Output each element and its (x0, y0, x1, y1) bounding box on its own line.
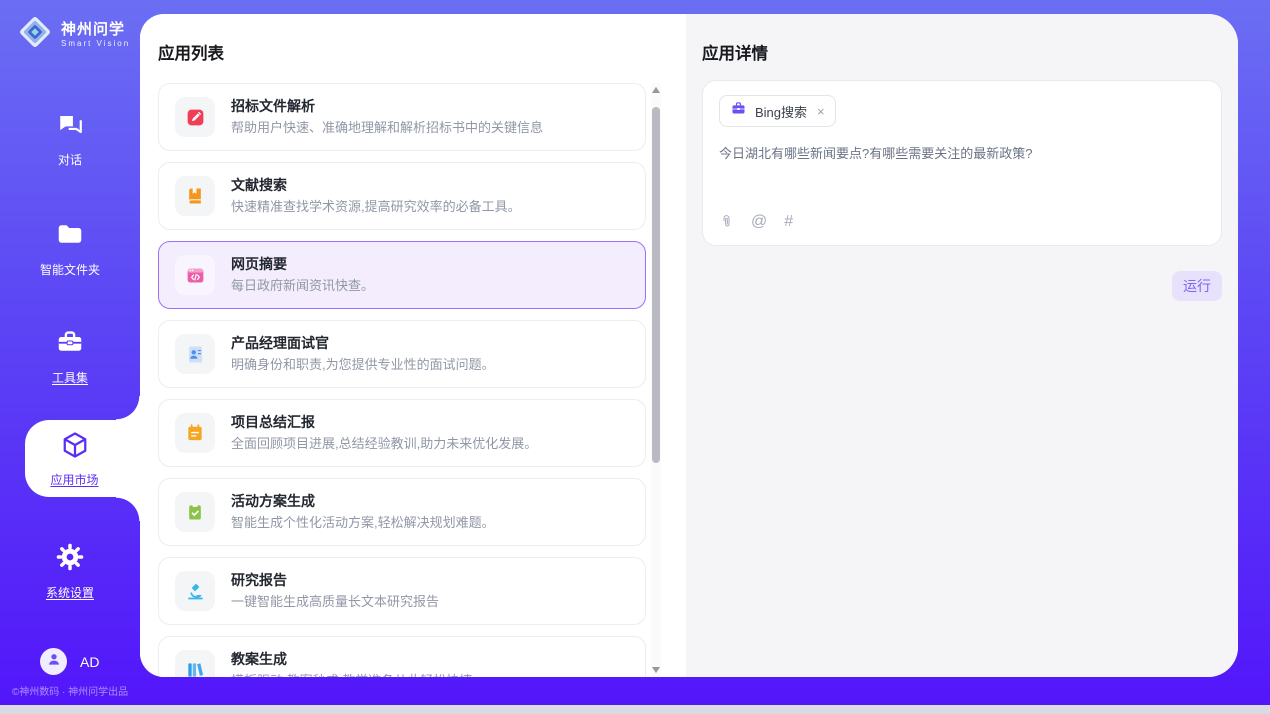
hash-icon[interactable]: # (784, 214, 793, 230)
app-list-item[interactable]: 活动方案生成 智能生成个性化活动方案,轻松解决规划难题。 (158, 478, 646, 546)
tab-curve-bottom (116, 497, 140, 521)
app-detail-title: 应用详情 (702, 40, 768, 64)
app-item-title: 产品经理面试官 (231, 335, 495, 353)
app-list-item[interactable]: 研究报告 一键智能生成高质量长文本研究报告 (158, 557, 646, 625)
sidebar-item-label: 应用市场 (50, 471, 98, 488)
app-list-item[interactable]: 文献搜索 快速精准查找学术资源,提高研究效率的必备工具。 (158, 162, 646, 230)
app-item-description: 每日政府新闻资讯快查。 (231, 278, 374, 294)
gear-icon (55, 559, 85, 576)
interview-icon (175, 334, 215, 374)
prompt-card: Bing搜索 × 今日湖北有哪些新闻要点?有哪些需要关注的最新政策? @# (702, 80, 1222, 246)
sidebar-item-chat[interactable]: 对话 (0, 110, 140, 168)
sidebar-item-toolset[interactable]: 工具集 (0, 327, 140, 386)
app-item-title: 招标文件解析 (231, 98, 543, 116)
sidebar-item-label: 工具集 (0, 369, 140, 386)
prompt-input[interactable]: 今日湖北有哪些新闻要点?有哪些需要关注的最新政策? (719, 144, 1205, 164)
sidebar-item-label: 对话 (0, 151, 140, 168)
sidebar-item-app-market-active[interactable]: 应用市场 (25, 420, 142, 497)
user-account[interactable]: AD (40, 648, 99, 675)
report-note-icon (175, 413, 215, 453)
pen-square-icon (175, 97, 215, 137)
app-item-description: 全面回顾项目进展,总结经验教训,助力未来优化发展。 (231, 436, 537, 452)
window-bottom-strip (0, 705, 1270, 714)
brand-name: 神州问学 (61, 21, 125, 38)
diamond-logo-icon (16, 13, 54, 56)
at-icon[interactable]: @ (751, 214, 767, 230)
toolbox-icon (55, 344, 85, 361)
tool-tag-label: Bing搜索 (755, 102, 807, 121)
app-list-item[interactable]: 招标文件解析 帮助用户快速、准确地理解和解析招标书中的关键信息 (158, 83, 646, 151)
sidebar-item-label: 智能文件夹 (0, 261, 140, 278)
app-item-title: 研究报告 (231, 572, 439, 590)
app-item-title: 项目总结汇报 (231, 414, 537, 432)
folder-icon (55, 236, 85, 253)
scrollbar-thumb[interactable] (652, 107, 660, 463)
chat-icon (56, 126, 85, 143)
app-list-item[interactable]: 教案生成 模板驱动,教案秒成,教学准备从此轻松快捷 (158, 636, 646, 677)
app-item-description: 帮助用户快速、准确地理解和解析招标书中的关键信息 (231, 120, 543, 136)
app-list-item[interactable]: 产品经理面试官 明确身份和职责,为您提供专业性的面试问题。 (158, 320, 646, 388)
app-item-title: 活动方案生成 (231, 493, 495, 511)
sidebar-item-label: 系统设置 (0, 584, 140, 601)
browser-code-icon (175, 255, 215, 295)
briefcase-icon (730, 100, 747, 122)
copyright-text: ©神州数码 · 神州问学出品 (0, 683, 140, 698)
app-item-title: 教案生成 (231, 651, 472, 669)
cube-icon (60, 430, 90, 465)
app-item-description: 明确身份和职责,为您提供专业性的面试问题。 (231, 357, 495, 373)
book-icon (175, 176, 215, 216)
user-initials: AD (80, 654, 99, 670)
scrollbar[interactable] (651, 83, 661, 677)
microscope-icon (175, 571, 215, 611)
tab-curve-top (116, 396, 140, 420)
app-item-title: 文献搜索 (231, 177, 521, 195)
tool-tag-bing-search[interactable]: Bing搜索 × (719, 95, 836, 127)
app-list-item[interactable]: 项目总结汇报 全面回顾项目进展,总结经验教训,助力未来优化发展。 (158, 399, 646, 467)
app-detail-pane: 应用详情 Bing搜索 × 今日湖北有哪些新闻要点?有哪些需要关注的最新政策? … (686, 14, 1238, 677)
main-content: 应用列表 招标文件解析 帮助用户快速、准确地理解和解析招标书中的关键信息 文献搜… (140, 14, 1238, 677)
paperclip-icon[interactable] (719, 213, 734, 231)
sidebar-item-settings[interactable]: 系统设置 (0, 542, 140, 601)
app-list: 招标文件解析 帮助用户快速、准确地理解和解析招标书中的关键信息 文献搜索 快速精… (158, 83, 646, 677)
app-list-pane: 应用列表 招标文件解析 帮助用户快速、准确地理解和解析招标书中的关键信息 文献搜… (140, 14, 686, 677)
sidebar-item-smart-folder[interactable]: 智能文件夹 (0, 219, 140, 278)
close-icon[interactable]: × (817, 104, 825, 119)
app-item-description: 一键智能生成高质量长文本研究报告 (231, 594, 439, 610)
prompt-toolbar: @# (719, 213, 1205, 231)
avatar[interactable] (40, 648, 67, 675)
app-item-description: 智能生成个性化活动方案,轻松解决规划难题。 (231, 515, 495, 531)
app-window: 神州问学 Smart Vision 对话 智能文件夹 工具集 应用市场 系统设置… (0, 0, 1270, 705)
scroll-up-arrow-icon[interactable] (652, 87, 660, 93)
app-list-item[interactable]: 网页摘要 每日政府新闻资讯快查。 (158, 241, 646, 309)
scroll-down-arrow-icon[interactable] (652, 667, 660, 673)
clipboard-check-icon (175, 492, 215, 532)
brand-logo: 神州问学 Smart Vision (16, 13, 130, 56)
app-list-title: 应用列表 (158, 40, 224, 64)
brand-subtitle: Smart Vision (61, 39, 130, 48)
user-icon (46, 651, 62, 672)
app-item-description: 模板驱动,教案秒成,教学准备从此轻松快捷 (231, 673, 472, 677)
app-item-description: 快速精准查找学术资源,提高研究效率的必备工具。 (231, 199, 521, 215)
app-item-title: 网页摘要 (231, 256, 374, 274)
run-button[interactable]: 运行 (1172, 271, 1222, 301)
books-icon (175, 650, 215, 677)
